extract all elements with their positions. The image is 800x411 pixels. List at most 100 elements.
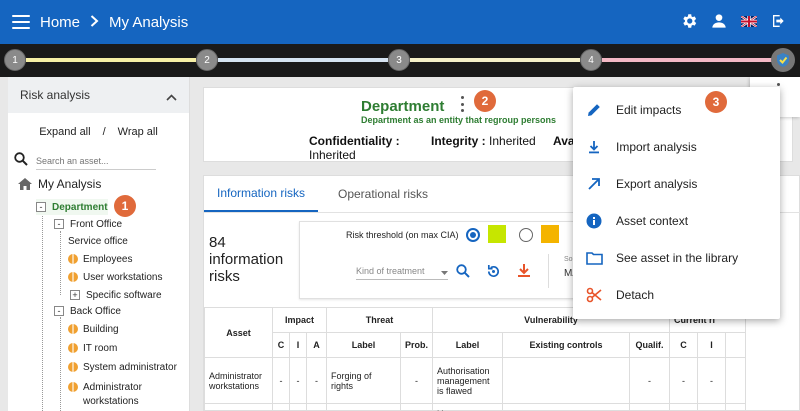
- integrity-label: Integrity :: [431, 134, 486, 148]
- kind-of-treatment-select[interactable]: Kind of treatment: [356, 262, 448, 280]
- tree-item-label: workstations: [83, 395, 139, 407]
- gear-icon[interactable]: [680, 12, 698, 30]
- logout-icon[interactable]: [770, 12, 788, 30]
- cell-vulnerability: U: [432, 403, 504, 411]
- more-vertical-icon[interactable]: [460, 96, 464, 112]
- cell-asset: Administrator workstations: [204, 357, 273, 404]
- col-vuln-label[interactable]: Label: [432, 332, 504, 358]
- menu-item-see-asset-in-library[interactable]: See asset in the library: [573, 241, 780, 275]
- tree-item-it-room[interactable]: IT room: [68, 340, 117, 356]
- search-icon: [14, 151, 28, 171]
- col-impact-i[interactable]: I: [289, 332, 307, 358]
- availability-label: Ava: [553, 134, 575, 148]
- information-risks-table: Asset Impact Threat Vulnerability Curren…: [204, 307, 747, 411]
- menu-item-edit-impacts[interactable]: Edit impacts: [573, 93, 780, 127]
- wrap-all-link[interactable]: Wrap all: [118, 126, 158, 138]
- tree-item-specific-software[interactable]: + Specific software: [70, 287, 162, 303]
- tree-item-label: IT room: [83, 342, 118, 354]
- filter-divider: [548, 254, 549, 288]
- cell-impact-c: -: [272, 357, 290, 404]
- tree-item-label: User workstations: [83, 271, 163, 283]
- risk-analysis-sidebar: Risk analysis Expand all / Wrap all My A…: [8, 77, 190, 411]
- tree-root[interactable]: My Analysis: [18, 177, 101, 191]
- availability: Ava: [553, 134, 575, 148]
- tree-item-label: Service office: [68, 235, 128, 247]
- globe-icon: [68, 382, 78, 392]
- risks-count-line2: risks: [209, 268, 240, 285]
- col-threat-label[interactable]: Label: [326, 332, 401, 358]
- integrity: Integrity : Inherited: [431, 134, 536, 148]
- confidentiality: Confidentiality : Inherited: [309, 134, 400, 162]
- menu-item-label: Export analysis: [616, 177, 698, 191]
- col-current-i[interactable]: I: [697, 332, 727, 358]
- threshold-radio[interactable]: [519, 228, 533, 242]
- collapse-toggle[interactable]: -: [36, 202, 46, 212]
- cell-qualif: [629, 403, 671, 411]
- globe-icon: [68, 362, 78, 372]
- sidebar-header[interactable]: Risk analysis: [8, 77, 189, 113]
- reset-icon[interactable]: [486, 264, 501, 284]
- step-2[interactable]: 2: [196, 49, 218, 71]
- download-icon[interactable]: [517, 263, 531, 283]
- col-existing-controls[interactable]: Existing controls: [502, 332, 631, 358]
- collapse-toggle[interactable]: -: [54, 219, 64, 229]
- risks-count-line1: information: [209, 251, 284, 268]
- col-overflow: [725, 332, 747, 358]
- tab-information-risks[interactable]: Information risks: [204, 176, 318, 212]
- tree-item-front-office[interactable]: - Front Office: [54, 216, 122, 232]
- menu-item-asset-context[interactable]: Asset context: [573, 204, 780, 238]
- cell-asset: [204, 403, 273, 411]
- globe-icon: [68, 324, 78, 334]
- sidebar-title: Risk analysis: [20, 88, 91, 102]
- asset-search-input[interactable]: [36, 152, 156, 170]
- table-row[interactable]: U: [204, 403, 747, 411]
- tree-item-employees[interactable]: Employees: [68, 251, 132, 267]
- search-icon[interactable]: [456, 264, 470, 283]
- cell-vulnerability: Authorisation management is flawed: [432, 357, 504, 404]
- tree-item-service-office[interactable]: Service office: [68, 233, 128, 249]
- menu-icon[interactable]: [12, 15, 30, 29]
- cell-impact-i: -: [289, 357, 307, 404]
- col-impact-c[interactable]: C: [272, 332, 290, 358]
- collapse-toggle[interactable]: -: [54, 306, 64, 316]
- final-step-shield-icon[interactable]: [771, 48, 795, 72]
- col-current-c[interactable]: C: [669, 332, 699, 358]
- breadcrumb-home[interactable]: Home: [40, 14, 80, 31]
- tab-operational-risks[interactable]: Operational risks: [338, 176, 428, 212]
- expand-toggle[interactable]: +: [70, 290, 80, 300]
- progress-stepper: 1 2 3 4: [0, 44, 800, 77]
- cell-overflow: [725, 357, 747, 404]
- threshold-radio-selected[interactable]: [466, 228, 480, 242]
- tree-item-label-continuation: workstations: [83, 393, 139, 409]
- department-subtitle: Department as an entity that regroup per…: [361, 115, 557, 125]
- step-1[interactable]: 1: [4, 49, 26, 71]
- col-threat-prob[interactable]: Prob.: [399, 332, 434, 358]
- menu-item-detach[interactable]: Detach: [573, 278, 780, 312]
- cell-prob: [399, 403, 434, 411]
- col-qualif[interactable]: Qualif.: [629, 332, 671, 358]
- expand-all-link[interactable]: Expand all: [39, 126, 90, 138]
- step-3[interactable]: 3: [388, 49, 410, 71]
- tree-item-label: Back Office: [70, 305, 121, 317]
- tree-item-system-administrator[interactable]: System administrator: [68, 359, 177, 375]
- menu-item-import-analysis[interactable]: Import analysis: [573, 130, 780, 164]
- tree-item-user-workstations[interactable]: User workstations: [68, 269, 162, 285]
- callout-badge-3: 3: [705, 91, 727, 113]
- cell-impact-a: [306, 403, 327, 411]
- link-separator: /: [102, 126, 106, 138]
- chevron-up-icon[interactable]: [166, 90, 177, 104]
- step-4[interactable]: 4: [580, 49, 602, 71]
- table-row[interactable]: Administrator workstations - - - Forging…: [204, 357, 747, 404]
- sort-label: So: [564, 256, 573, 263]
- stepper-segment-2: [218, 58, 388, 62]
- cell-impact-a: -: [306, 357, 327, 404]
- user-icon[interactable]: [710, 12, 728, 30]
- tree-item-department[interactable]: - Department: [36, 199, 108, 215]
- tree-item-back-office[interactable]: - Back Office: [54, 303, 121, 319]
- tree-item-building[interactable]: Building: [68, 321, 119, 337]
- stepper-segment-3: [410, 58, 580, 62]
- integrity-value: Inherited: [489, 134, 536, 148]
- uk-flag-icon[interactable]: [740, 12, 758, 30]
- menu-item-export-analysis[interactable]: Export analysis: [573, 167, 780, 201]
- col-impact-a[interactable]: A: [306, 332, 327, 358]
